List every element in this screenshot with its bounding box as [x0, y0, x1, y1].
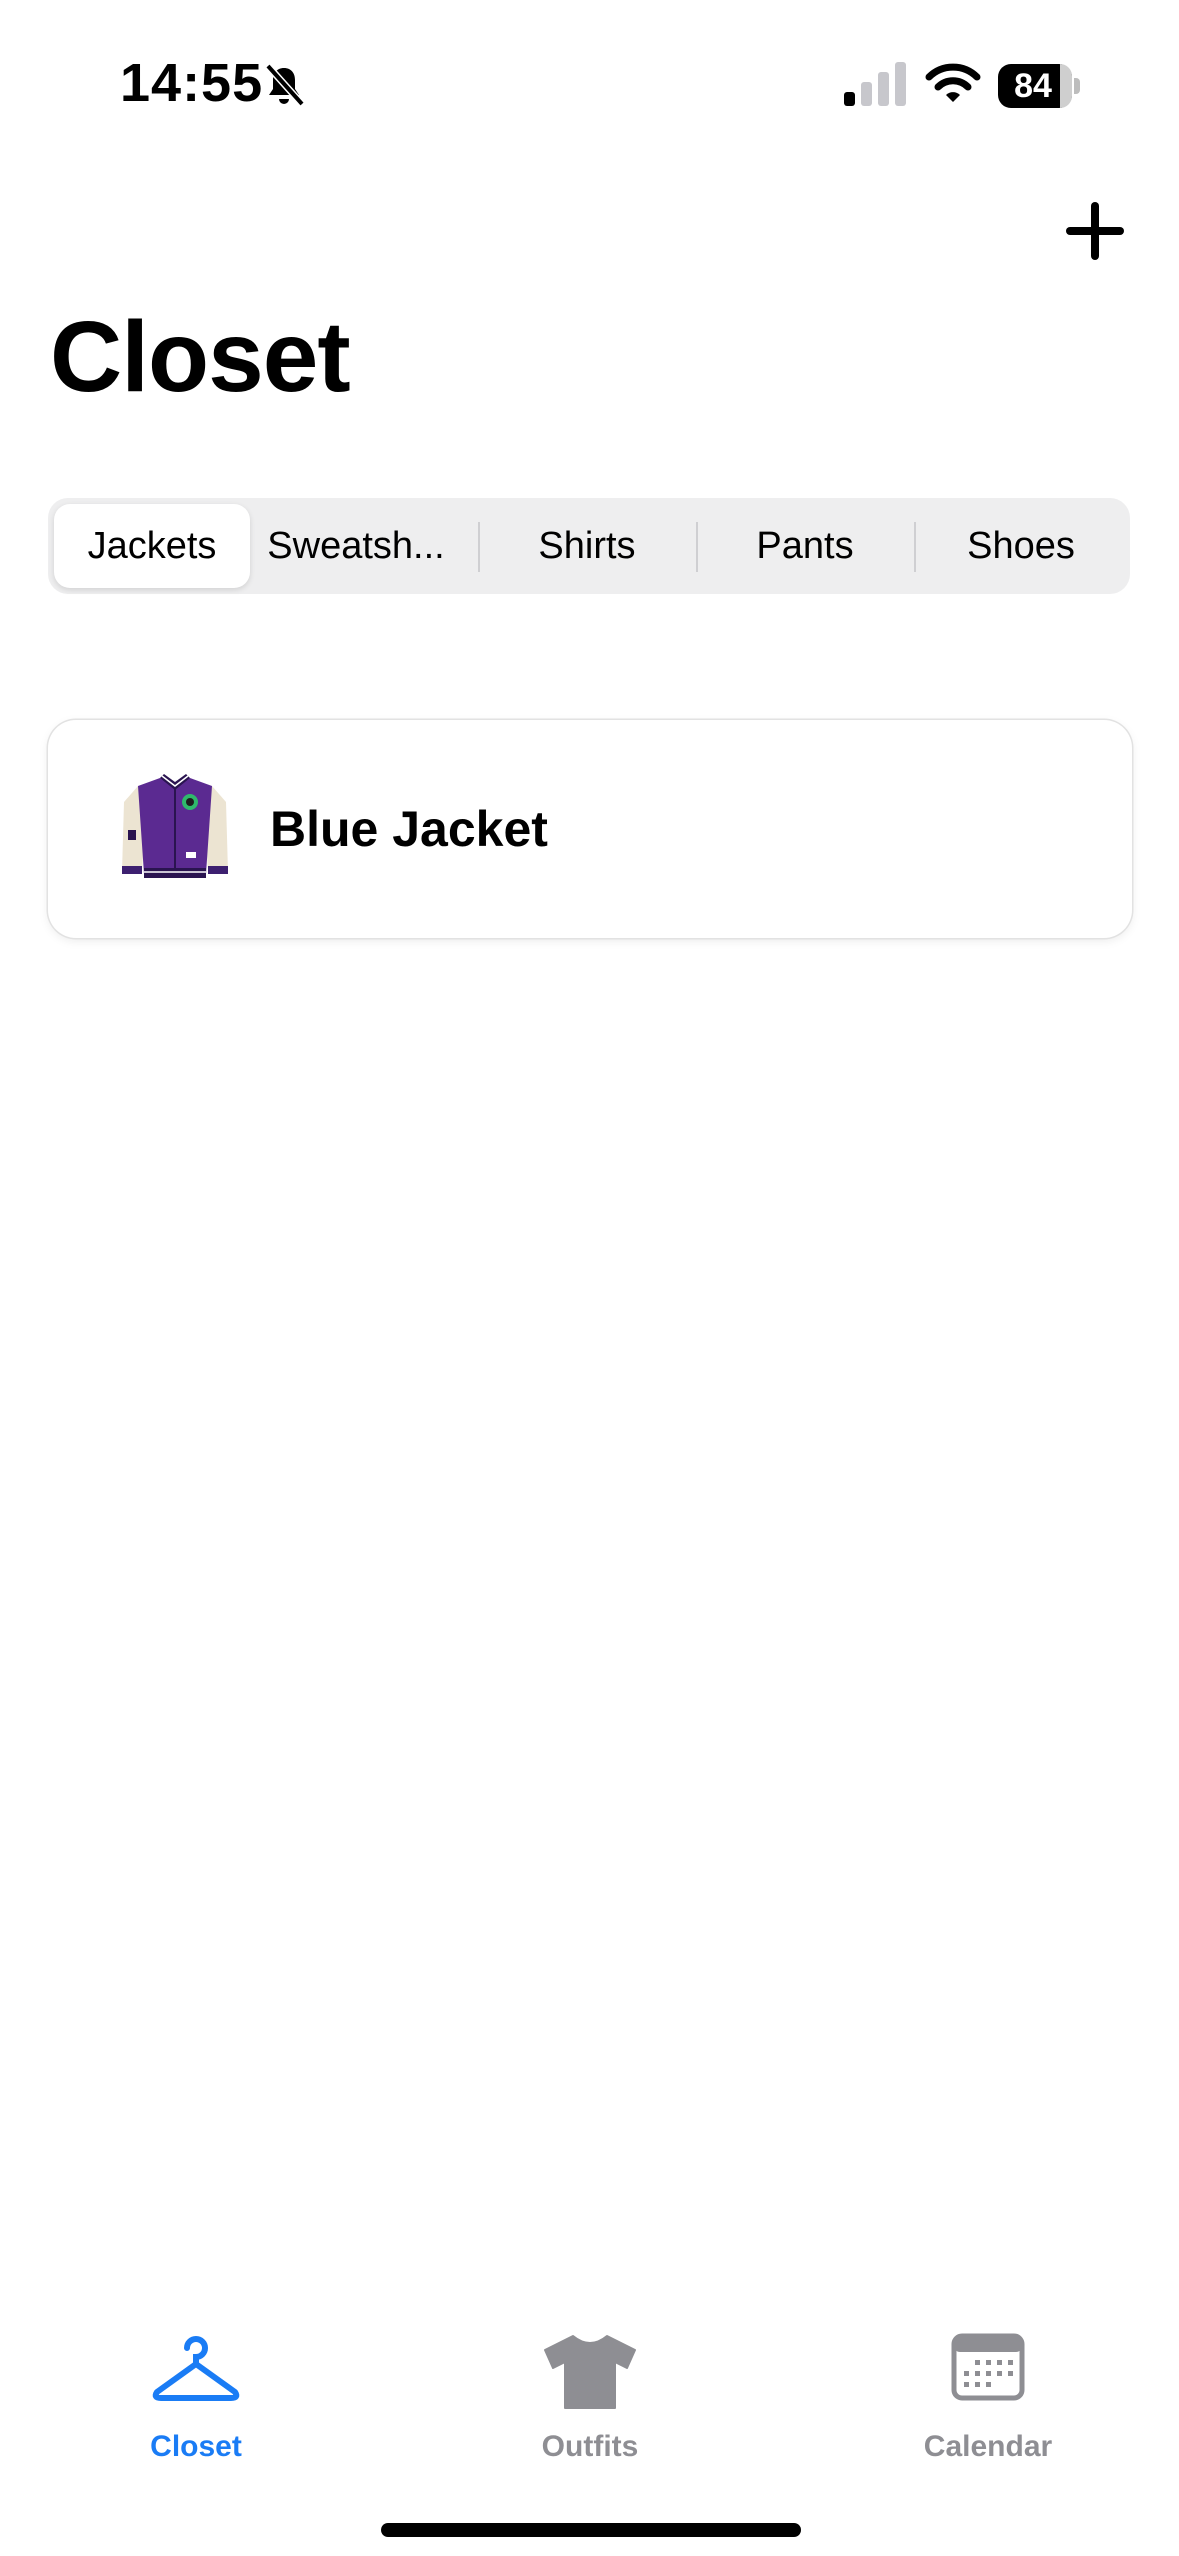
tab-label: Calendar [923, 2430, 1053, 2463]
hanger-icon [152, 2336, 240, 2401]
status-time: 14:55 [120, 53, 264, 113]
segment-pants[interactable]: Pants [698, 504, 912, 588]
segment-shirts[interactable]: Shirts [480, 504, 694, 588]
battery-indicator: 84 [998, 64, 1082, 108]
bell-slash-icon [265, 63, 305, 107]
status-bar: 14:55 84 [0, 0, 1179, 150]
segment-shoes[interactable]: Shoes [916, 504, 1126, 588]
segment-sweatshirts[interactable]: Sweatsh... [266, 504, 446, 588]
page-title: Closet [50, 301, 351, 413]
list-item[interactable]: Blue Jacket [48, 720, 1132, 938]
tab-bar: Closet Outfits Calendar [0, 2300, 1179, 2556]
add-item-button[interactable] [1060, 196, 1130, 266]
item-name: Blue Jacket [270, 801, 548, 857]
tab-outfits[interactable]: Outfits [460, 2300, 720, 2470]
segment-jackets[interactable]: Jackets [54, 504, 250, 588]
tab-label: Closet [150, 2430, 242, 2463]
tab-label: Outfits [541, 2430, 639, 2463]
category-segmented-control: Jackets Sweatsh... Shirts Pants Shoes [48, 498, 1130, 594]
calendar-icon [951, 2333, 1025, 2401]
wifi-icon [925, 63, 981, 102]
home-indicator[interactable] [381, 2523, 801, 2537]
battery-level: 84 [1014, 66, 1052, 105]
cellular-signal-icon [844, 62, 906, 106]
tab-calendar[interactable]: Calendar [858, 2300, 1118, 2470]
varsity-jacket-image [122, 774, 228, 878]
tab-closet[interactable]: Closet [66, 2300, 326, 2470]
tshirt-icon [544, 2335, 636, 2409]
